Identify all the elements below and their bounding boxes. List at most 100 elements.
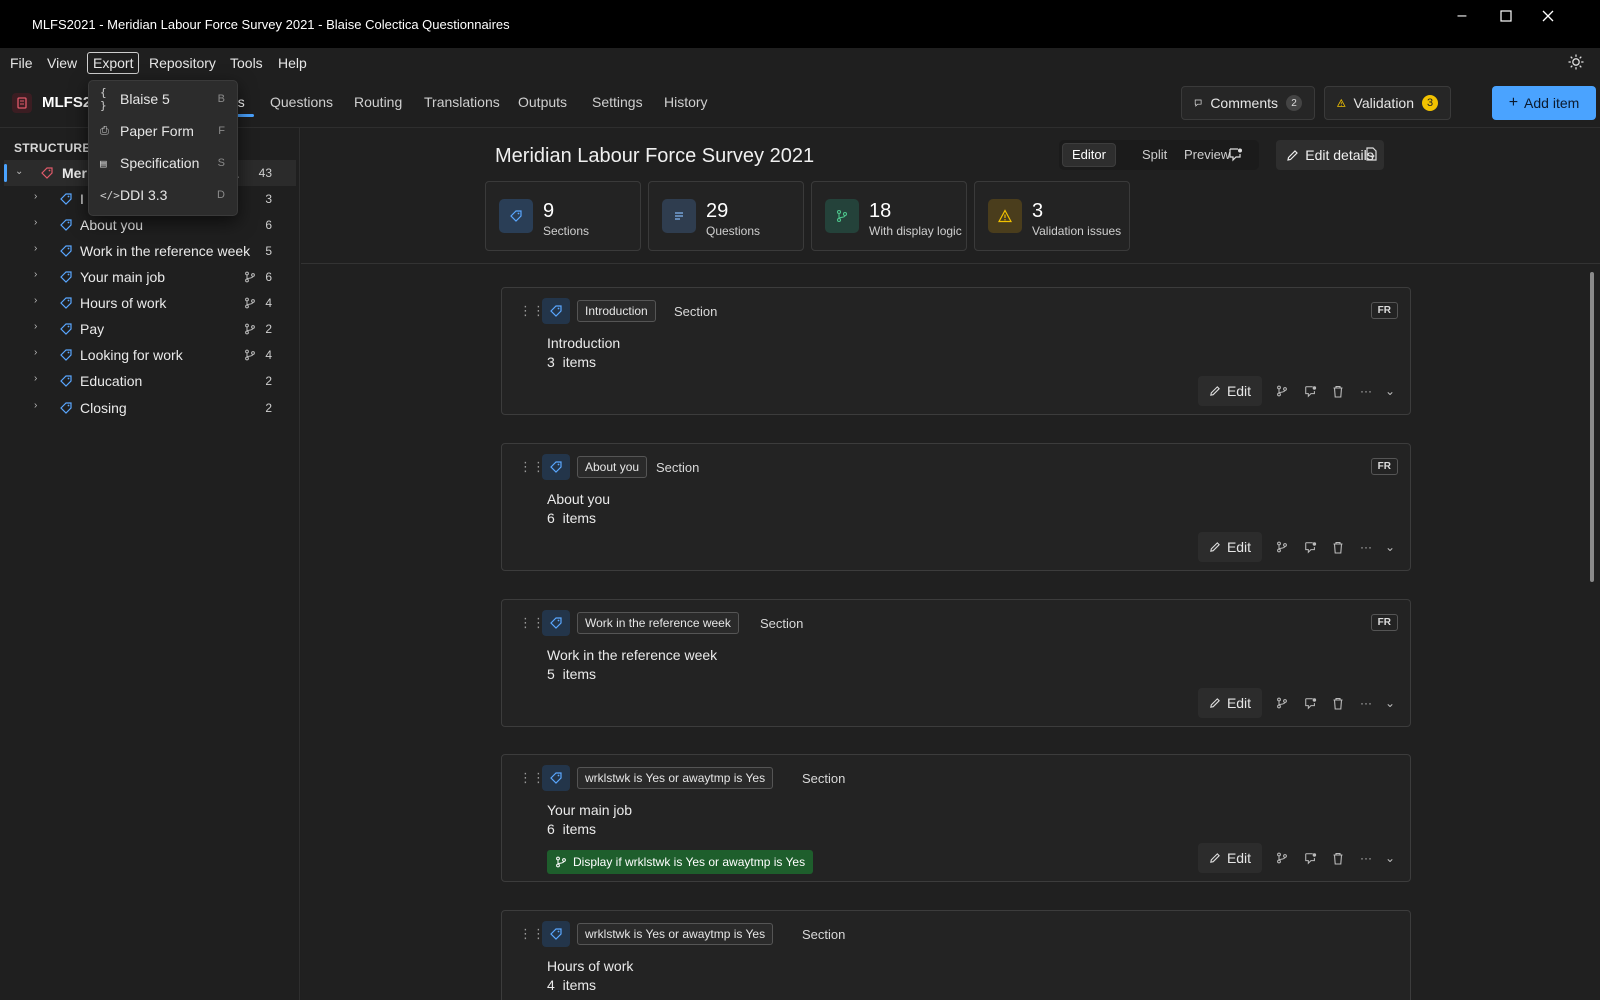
chevron-right-icon[interactable]: ›	[34, 269, 44, 280]
view-split[interactable]: Split	[1133, 143, 1176, 167]
tree-item-count: 3	[265, 192, 272, 206]
edit-button[interactable]: Edit	[1198, 532, 1262, 562]
branch-icon[interactable]	[1268, 689, 1296, 717]
chevron-down-icon[interactable]: ⌄	[15, 166, 25, 177]
tab-translations[interactable]: Translations	[424, 94, 500, 110]
chevron-right-icon[interactable]: ›	[34, 347, 44, 358]
tab-routing[interactable]: Routing	[354, 94, 402, 110]
language-badge[interactable]: FR	[1370, 614, 1398, 631]
comment-add-icon[interactable]	[1296, 844, 1324, 872]
export-specification-item[interactable]: ▤ Specification S	[89, 147, 237, 179]
chevron-right-icon[interactable]: ›	[34, 191, 44, 202]
branch-icon[interactable]	[1268, 844, 1296, 872]
drag-handle-icon[interactable]: ⋮⋮	[519, 616, 545, 630]
maximize-icon[interactable]	[1484, 0, 1528, 32]
more-icon[interactable]: ···	[1352, 533, 1380, 561]
sun-icon[interactable]	[1568, 54, 1584, 70]
section-card[interactable]: ⋮⋮ wrklstwk is Yes or awaytmp is Yes Secti…	[501, 754, 1411, 882]
edit-button[interactable]: Edit	[1198, 376, 1262, 406]
tree-item[interactable]: › Hours of work 4	[4, 290, 296, 316]
tab-questions[interactable]: Questions	[270, 94, 333, 110]
minimize-icon[interactable]: –	[1440, 0, 1484, 32]
section-chip[interactable]: wrklstwk is Yes or awaytmp is Yes	[577, 923, 774, 945]
tab-outputs[interactable]: Outputs	[518, 94, 567, 110]
branch-icon[interactable]	[1268, 377, 1296, 405]
chevron-down-icon[interactable]: ⌄	[1380, 689, 1400, 717]
divider	[301, 263, 1600, 264]
menu-view[interactable]: View	[41, 52, 83, 74]
menu-repository[interactable]: Repository	[143, 52, 222, 74]
more-icon[interactable]: ···	[1352, 689, 1380, 717]
validation-button[interactable]: Validation 3	[1324, 86, 1451, 120]
add-item-button[interactable]: + Add item	[1492, 86, 1596, 120]
trash-icon[interactable]	[1324, 533, 1352, 561]
section-chip[interactable]: About you	[577, 456, 648, 478]
tree-item[interactable]: › Your main job 6	[4, 264, 296, 290]
chevron-down-icon[interactable]: ⌄	[1380, 533, 1400, 561]
item-count: 3	[547, 354, 555, 370]
export-blaise5-item[interactable]: { } Blaise 5 B	[89, 83, 237, 115]
comment-add-icon[interactable]	[1222, 140, 1248, 168]
chevron-right-icon[interactable]: ›	[34, 373, 44, 384]
drag-handle-icon[interactable]: ⋮⋮	[519, 927, 545, 941]
menu-help[interactable]: Help	[272, 52, 313, 74]
tab-settings[interactable]: Settings	[592, 94, 643, 110]
view-editor[interactable]: Editor	[1062, 143, 1116, 167]
section-card[interactable]: ⋮⋮ Work in the reference week Section FR Wor…	[501, 599, 1411, 727]
chevron-down-icon[interactable]: ⌄	[1380, 844, 1400, 872]
section-card[interactable]: ⋮⋮ About you Section FR About you 6 items Edit…	[501, 443, 1411, 571]
drag-handle-icon[interactable]: ⋮⋮	[519, 460, 545, 474]
menu-export[interactable]: Export	[87, 52, 140, 74]
section-card[interactable]: ⋮⋮ wrklstwk is Yes or awaytmp is Yes Secti…	[501, 910, 1411, 1000]
edit-button[interactable]: Edit	[1198, 688, 1262, 718]
trash-icon[interactable]	[1324, 844, 1352, 872]
drag-handle-icon[interactable]: ⋮⋮	[519, 304, 545, 318]
edit-button[interactable]: Edit	[1198, 843, 1262, 873]
comment-add-icon[interactable]	[1296, 689, 1324, 717]
section-chip[interactable]: wrklstwk is Yes or awaytmp is Yes	[577, 767, 774, 789]
comment-add-icon[interactable]	[1296, 377, 1324, 405]
tree-item-count: 4	[265, 348, 272, 362]
menu-file[interactable]: File	[4, 52, 39, 74]
close-icon[interactable]	[1526, 0, 1570, 32]
tree-item[interactable]: › Closing 2	[4, 395, 296, 421]
section-kind: Section	[802, 771, 846, 786]
main-scrollbar[interactable]	[1590, 272, 1594, 582]
drag-handle-icon[interactable]: ⋮⋮	[519, 771, 545, 785]
tree-item[interactable]: › Education 2	[4, 368, 296, 394]
pencil-icon	[1210, 386, 1220, 396]
chevron-right-icon[interactable]: ›	[34, 295, 44, 306]
tree-item[interactable]: › Work in the reference week 5	[4, 238, 296, 264]
trash-icon[interactable]	[1324, 377, 1352, 405]
trash-icon[interactable]	[1324, 689, 1352, 717]
section-chip[interactable]: Work in the reference week	[577, 612, 739, 634]
chevron-down-icon[interactable]: ⌄	[1380, 377, 1400, 405]
tree-item[interactable]: › Pay 2	[4, 316, 296, 342]
more-icon[interactable]: ···	[1352, 377, 1380, 405]
section-chip[interactable]: Introduction	[577, 300, 656, 322]
export-ddi-item[interactable]: </> DDI 3.3 D	[89, 179, 237, 211]
display-condition-badge[interactable]: Display if wrklstwk is Yes or awaytmp is…	[547, 850, 814, 874]
comment-add-icon[interactable]	[1296, 533, 1324, 561]
language-badge[interactable]: FR	[1370, 302, 1398, 319]
comments-count: 2	[1286, 95, 1302, 111]
chevron-right-icon[interactable]: ›	[34, 217, 44, 228]
menu-tools[interactable]: Tools	[224, 52, 269, 74]
tree-item-count: 2	[265, 374, 272, 388]
validation-count: 3	[1422, 95, 1438, 111]
branch-icon	[556, 856, 566, 868]
tab-history[interactable]: History	[664, 94, 708, 110]
language-badge[interactable]: FR	[1370, 458, 1398, 475]
chevron-right-icon[interactable]: ›	[34, 321, 44, 332]
file-export-icon[interactable]	[1358, 140, 1384, 168]
tree-item[interactable]: › Looking for work 4	[4, 342, 296, 368]
section-card[interactable]: ⋮⋮ Introduction Section FR Introduction 3 ite…	[501, 287, 1411, 415]
export-paper-form-item[interactable]: ⎙ Paper Form F	[89, 115, 237, 147]
branch-icon[interactable]	[1268, 533, 1296, 561]
chevron-right-icon[interactable]: ›	[34, 400, 44, 411]
branch-icon	[245, 349, 255, 361]
tag-icon	[542, 765, 570, 791]
comments-button[interactable]: Comments 2	[1181, 86, 1315, 120]
more-icon[interactable]: ···	[1352, 844, 1380, 872]
chevron-right-icon[interactable]: ›	[34, 243, 44, 254]
